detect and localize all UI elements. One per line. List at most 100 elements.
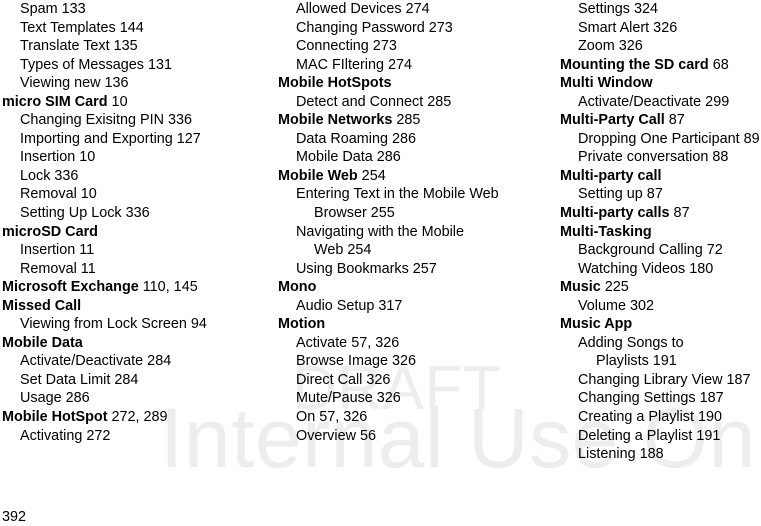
- index-entry-pages: 284: [110, 371, 139, 388]
- index-entry-term: microSD Card: [2, 223, 98, 240]
- index-entry-pages: 285: [392, 112, 421, 129]
- index-entry-pages: 68: [708, 56, 729, 73]
- index-entry-pages: 133: [57, 1, 86, 17]
- index-entry: On 57, 326: [296, 408, 518, 427]
- index-entry: Music 225: [560, 278, 761, 297]
- index-entry-pages: 286: [372, 149, 401, 166]
- index-entry: MAC FIltering 274: [296, 56, 518, 75]
- index-entry: Spam 133: [20, 0, 256, 19]
- index-entry: Mono: [278, 278, 518, 297]
- index-entry-pages: 187: [695, 390, 724, 407]
- index-entry-term: Dropping One Participant: [578, 130, 740, 147]
- index-entry: Insertion 10: [20, 148, 256, 167]
- index-entry-term: Set Data Limit: [20, 371, 111, 388]
- index-entry-pages: 273: [368, 38, 397, 55]
- index-entry: Setting up 87: [578, 185, 761, 204]
- index-entry-term: Watching Videos: [578, 260, 686, 277]
- index-entry-term: Mute/Pause: [296, 390, 373, 407]
- index-entry-term: Insertion: [20, 242, 76, 259]
- index-entry-term: Connecting: [296, 38, 369, 55]
- index-entry-pages: 272: [82, 427, 111, 444]
- index-entry-term: Mono: [278, 279, 317, 296]
- index-entry-term: Spam: [20, 1, 58, 17]
- index-entry: Setting Up Lock 336: [20, 204, 256, 223]
- index-entry-pages: 336: [121, 205, 150, 222]
- index-entry-term: Volume: [578, 297, 626, 314]
- index-entry: Motion: [278, 315, 518, 334]
- index-entry: Text Templates 144: [20, 19, 256, 38]
- index-entry: Connecting 273: [296, 37, 518, 56]
- index-entry: Types of Messages 131: [20, 56, 256, 75]
- index-entry: Creating a Playlist 190: [578, 408, 761, 427]
- index-entry-term: Smart Alert: [578, 19, 650, 36]
- index-entry-pages: 11: [76, 260, 96, 277]
- index-entry-term: Mobile Data: [296, 149, 373, 166]
- index-entry-pages: 326: [387, 353, 416, 370]
- index-entry: Navigating with the Mobile Web 254: [296, 223, 518, 260]
- index-entry: Entering Text in the Mobile Web Browser …: [296, 185, 518, 222]
- index-entry: Removal 10: [20, 185, 256, 204]
- index-entry: microSD Card: [2, 223, 256, 242]
- index-entry-term: Direct Call: [296, 371, 363, 388]
- index-entry: Smart Alert 326: [578, 19, 761, 38]
- index-entry-term: Mounting the SD card: [560, 56, 709, 73]
- index-entry-term: Mobile HotSpot: [2, 409, 108, 426]
- index-entry-pages: 131: [143, 56, 172, 73]
- index-entry-pages: 72: [702, 242, 723, 259]
- index-entry: Changing Exisitng PIN 336: [20, 111, 256, 130]
- index-entry: Insertion 11: [20, 241, 256, 260]
- index-entry: Multi Window: [560, 74, 761, 93]
- index-entry: Mute/Pause 326: [296, 389, 518, 408]
- index-entry-term: Translate Text: [20, 38, 110, 55]
- index-entry: Dropping One Participant 89: [578, 130, 761, 149]
- index-entry: Watching Videos 180: [578, 260, 761, 279]
- index-entry-term: Types of Messages: [20, 56, 144, 73]
- index-entry: Audio Setup 317: [296, 297, 518, 316]
- index-entry: Deleting a Playlist 191: [578, 427, 761, 446]
- index-entry-pages: 10: [76, 186, 97, 203]
- index-entry: Mobile Data: [2, 334, 256, 353]
- index-entry-term: Multi-Tasking: [560, 223, 652, 240]
- index-body: Spam 133 Text Templates 144 Translate Text…: [0, 0, 761, 526]
- index-entry-term: Mobile Networks: [278, 112, 393, 129]
- index-entry-pages: 127: [172, 130, 201, 147]
- index-entry-term: Activate: [296, 334, 348, 351]
- index-entry-pages: 10: [75, 149, 96, 166]
- index-entry-term: Microsoft Exchange: [2, 279, 139, 296]
- index-entry: Viewing from Lock Screen 94: [20, 315, 256, 334]
- index-entry: Multi-party calls 87: [560, 204, 761, 223]
- index-entry-term: Deleting a Playlist: [578, 427, 693, 444]
- index-entry: Activate 57, 326: [296, 334, 518, 353]
- index-entry-term: Text Templates: [20, 19, 116, 36]
- index-entry-pages: 180: [685, 260, 714, 277]
- index-entry-term: Missed Call: [2, 297, 82, 314]
- index-entry-term: Data Roaming: [296, 130, 388, 147]
- index-entry: Changing Settings 187: [578, 389, 761, 408]
- index-entry: Activate/Deactivate 299: [578, 93, 761, 112]
- index-entry-term: Multi-party calls: [560, 205, 670, 222]
- index-entry: Lock 336: [20, 167, 256, 186]
- index-entry-pages: 299: [701, 93, 730, 110]
- index-entry-pages: 326: [614, 38, 643, 55]
- index-entry-term: Multi-Party Call: [560, 112, 665, 129]
- index-entry-term: Removal: [20, 186, 77, 203]
- index-entry: Mobile Web 254: [278, 167, 518, 186]
- index-entry-pages: 257: [408, 260, 437, 277]
- index-entry-pages: 135: [109, 38, 138, 55]
- index-entry: Multi-party call: [560, 167, 761, 186]
- index-entry-term: Activate/Deactivate: [578, 93, 702, 110]
- index-entry-term: Detect and Connect: [296, 93, 424, 110]
- index-entry-term: Changing Library View: [578, 371, 723, 388]
- index-entry: Activating 272: [20, 427, 256, 446]
- page-folio: 392: [2, 509, 27, 525]
- index-entry-pages: 272, 289: [107, 409, 168, 426]
- index-entry-term: Mobile Data: [2, 334, 83, 351]
- index-entry-pages: 336: [163, 112, 192, 129]
- index-entry-pages: 11: [75, 242, 95, 259]
- index-entry: Translate Text 135: [20, 37, 256, 56]
- index-entry: Allowed Devices 274: [296, 0, 518, 19]
- index-entry: Multi-Party Call 87: [560, 111, 761, 130]
- index-entry-term: Importing and Exporting: [20, 130, 173, 147]
- index-entry-pages: 326: [362, 371, 391, 388]
- index-entry-term: Entering Text in the Mobile Web Browser: [296, 186, 499, 222]
